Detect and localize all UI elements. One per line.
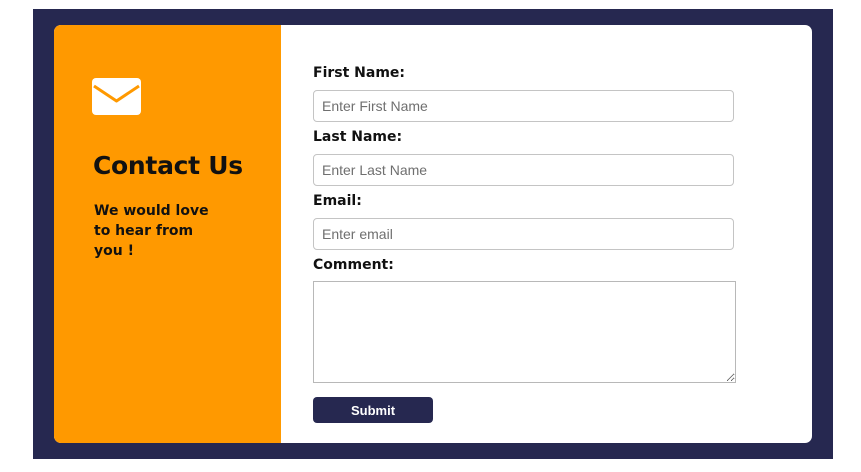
comment-textarea[interactable] — [313, 281, 736, 383]
contact-title: Contact Us — [93, 151, 243, 180]
email-input[interactable] — [313, 218, 734, 250]
last-name-label: Last Name: — [313, 129, 403, 145]
contact-subtitle: We would love to hear from you ! — [94, 203, 209, 259]
envelope-icon — [92, 78, 141, 115]
email-label: Email: — [313, 193, 362, 209]
first-name-input[interactable] — [313, 90, 734, 122]
first-name-label: First Name: — [313, 65, 406, 81]
comment-label: Comment: — [313, 257, 394, 273]
submit-button[interactable]: Submit — [313, 397, 433, 423]
contact-card: Contact Us We would love to hear from yo… — [54, 25, 812, 443]
last-name-input[interactable] — [313, 154, 734, 186]
contact-sidebar: Contact Us We would love to hear from yo… — [54, 25, 281, 443]
contact-form: First Name: Last Name: Email: Comment: S… — [313, 25, 793, 443]
